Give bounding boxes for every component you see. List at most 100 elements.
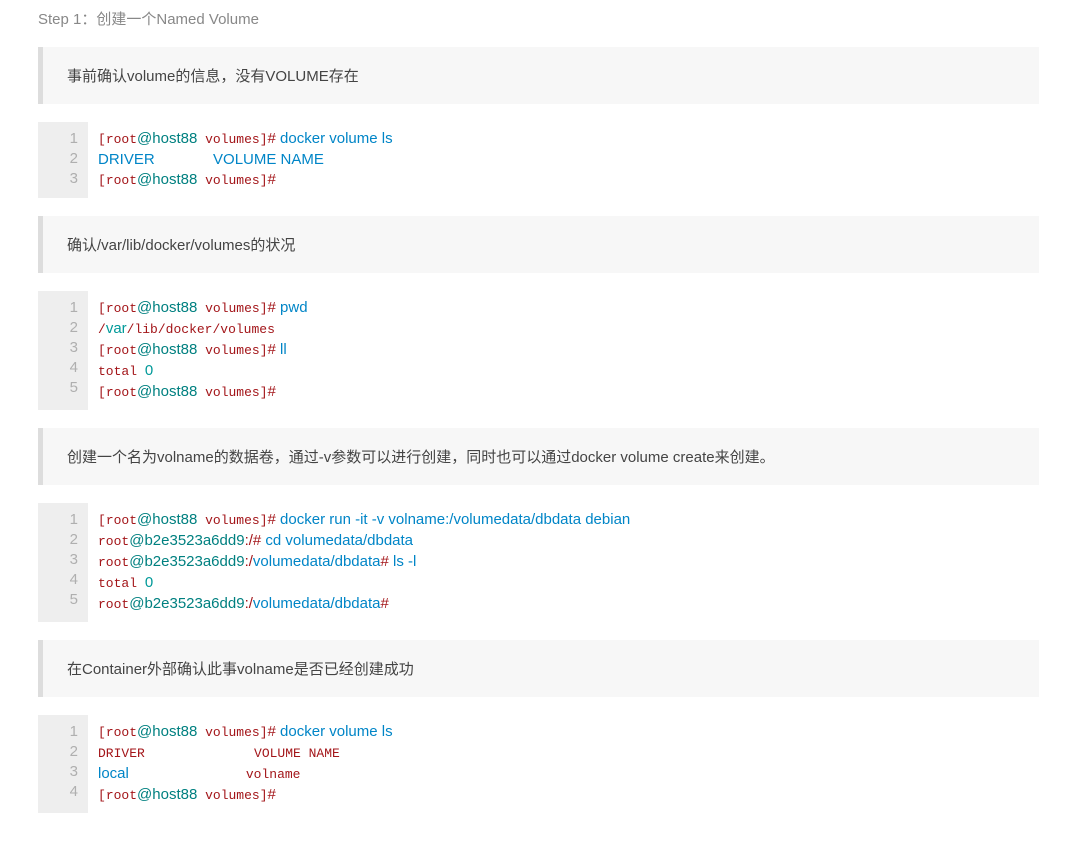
code-token: volumes: [197, 301, 259, 316]
line-number: 1: [48, 510, 78, 530]
code-token: #: [268, 511, 281, 528]
code-token: ]: [260, 385, 268, 400]
line-gutter: 12345: [38, 291, 88, 410]
code-token: total: [98, 576, 145, 591]
line-gutter: 12345: [38, 503, 88, 622]
code-token: root: [106, 132, 137, 147]
code-token: @host88: [137, 299, 197, 316]
code-token: ]: [260, 301, 268, 316]
code-token: /lib/docker/volumes: [127, 322, 275, 337]
code-token: root: [106, 385, 137, 400]
code-block: 123[root@host88 volumes]# docker volume …: [38, 122, 1039, 198]
code-area: [root@host88 volumes]# docker run -it -v…: [88, 503, 1039, 622]
code-line: [root@host88 volumes]#: [98, 170, 1029, 191]
code-token: ]: [260, 132, 268, 147]
line-number: 3: [48, 762, 78, 782]
code-token: @host88: [137, 130, 197, 147]
code-token: 0: [145, 574, 153, 591]
code-token: #: [268, 786, 281, 803]
note-block: 创建一个名为volname的数据卷，通过-v参数可以进行创建，同时也可以通过do…: [38, 428, 1039, 485]
code-token: #: [268, 723, 281, 740]
code-token: ls -l: [393, 553, 416, 570]
code-token: ]: [260, 343, 268, 358]
code-line: total 0: [98, 573, 1029, 594]
code-token: ]: [260, 725, 268, 740]
note-block: 事前确认volume的信息，没有VOLUME存在: [38, 47, 1039, 104]
code-line: DRIVER VOLUME NAME: [98, 743, 1029, 764]
code-token: volumes: [197, 385, 259, 400]
code-token: cd volumedata/dbdata: [265, 532, 413, 549]
code-line: [root@host88 volumes]#: [98, 382, 1029, 403]
code-token: [: [98, 173, 106, 188]
code-token: docker volume ls: [280, 130, 393, 147]
line-number: 2: [48, 149, 78, 169]
code-line: [root@host88 volumes]# docker volume ls: [98, 129, 1029, 150]
code-line: [root@host88 volumes]# ll: [98, 340, 1029, 361]
code-token: :/: [245, 532, 253, 549]
code-token: root: [106, 513, 137, 528]
line-number: 1: [48, 298, 78, 318]
code-token: [: [98, 513, 106, 528]
code-line: local volname: [98, 764, 1029, 785]
code-token: #: [381, 553, 394, 570]
code-token: @host88: [137, 723, 197, 740]
code-token: ]: [260, 788, 268, 803]
code-token: volumedata/dbdata: [253, 553, 381, 570]
code-line: DRIVER VOLUME NAME: [98, 150, 1029, 170]
line-number: 2: [48, 742, 78, 762]
code-line: [root@host88 volumes]# docker run -it -v…: [98, 510, 1029, 531]
code-token: volumes: [197, 725, 259, 740]
code-token: #: [268, 171, 281, 188]
code-token: [: [98, 788, 106, 803]
code-token: root: [106, 173, 137, 188]
code-token: #: [268, 383, 281, 400]
code-line: [root@host88 volumes]# docker volume ls: [98, 722, 1029, 743]
code-line: total 0: [98, 361, 1029, 382]
code-token: @host88: [137, 786, 197, 803]
code-token: DRIVER VOLUME NAME: [98, 151, 324, 168]
code-token: docker volume ls: [280, 723, 393, 740]
code-token: ]: [260, 173, 268, 188]
code-line: [root@host88 volumes]# pwd: [98, 298, 1029, 319]
code-token: volumes: [197, 513, 259, 528]
line-number: 4: [48, 570, 78, 590]
content-area: 事前确认volume的信息，没有VOLUME存在123[root@host88 …: [38, 47, 1039, 813]
code-area: [root@host88 volumes]# pwd/var/lib/docke…: [88, 291, 1039, 410]
code-line: [root@host88 volumes]#: [98, 785, 1029, 806]
note-block: 在Container外部确认此事volname是否已经创建成功: [38, 640, 1039, 697]
code-token: [: [98, 385, 106, 400]
code-token: root: [106, 343, 137, 358]
code-token: root: [106, 725, 137, 740]
line-number: 1: [48, 129, 78, 149]
code-token: root: [98, 597, 129, 612]
code-token: #: [268, 130, 281, 147]
line-number: 5: [48, 590, 78, 610]
code-token: 0: [145, 362, 153, 379]
code-token: volumes: [197, 173, 259, 188]
code-token: volumes: [197, 343, 259, 358]
code-token: #: [253, 532, 266, 549]
code-line: root@b2e3523a6dd9:/volumedata/dbdata# ls…: [98, 552, 1029, 573]
code-token: local: [98, 765, 129, 782]
code-area: [root@host88 volumes]# docker volume lsD…: [88, 122, 1039, 198]
code-token: root: [106, 301, 137, 316]
line-number: 1: [48, 722, 78, 742]
code-token: DRIVER VOLUME NAME: [98, 746, 340, 761]
code-token: @host88: [137, 383, 197, 400]
line-number: 2: [48, 530, 78, 550]
code-token: @host88: [137, 341, 197, 358]
code-token: root: [98, 534, 129, 549]
line-number: 2: [48, 318, 78, 338]
step-title: Step 1：创建一个Named Volume: [38, 8, 1039, 29]
code-line: root@b2e3523a6dd9:/# cd volumedata/dbdat…: [98, 531, 1029, 552]
code-token: :/: [245, 595, 253, 612]
code-token: @b2e3523a6dd9: [129, 595, 244, 612]
code-token: /: [98, 322, 106, 337]
code-token: #: [381, 595, 394, 612]
code-token: volumedata/dbdata: [253, 595, 381, 612]
code-token: [: [98, 132, 106, 147]
code-token: ]: [260, 513, 268, 528]
line-gutter: 123: [38, 122, 88, 198]
note-block: 确认/var/lib/docker/volumes的状况: [38, 216, 1039, 273]
line-number: 3: [48, 550, 78, 570]
